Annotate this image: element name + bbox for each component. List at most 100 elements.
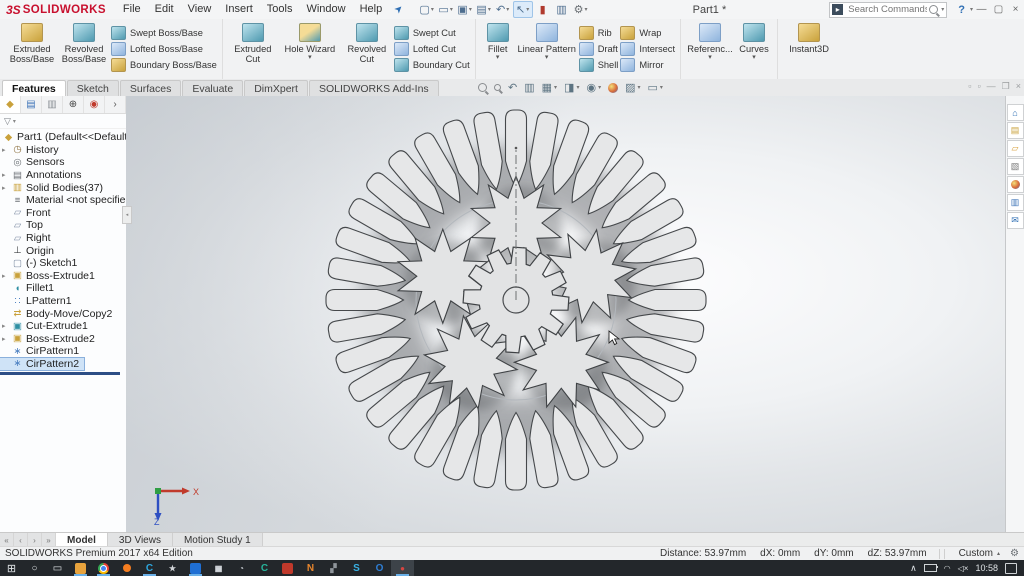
previous-view-icon[interactable] — [508, 81, 517, 94]
boundary-boss-base-button[interactable]: Boundary Boss/Base — [111, 58, 217, 72]
boundary-cut-button[interactable]: Boundary Cut — [394, 58, 470, 72]
taskbar-red-app[interactable] — [276, 560, 299, 576]
tree-item-solid-bodies[interactable]: ▸▥Solid Bodies(37) — [0, 181, 126, 194]
doc-restore-button[interactable]: ❐ — [1002, 81, 1010, 92]
help-button[interactable]: ? — [953, 4, 970, 16]
taskbar-calculator[interactable]: ▦ — [207, 560, 230, 576]
filter-dropdown-icon[interactable]: ▾ — [13, 118, 16, 125]
file-explorer-icon[interactable] — [1007, 140, 1024, 157]
flyout-caret-icon[interactable]: ▾ — [708, 55, 712, 61]
rebuild-button[interactable] — [534, 2, 552, 17]
search-scope-icon[interactable]: ▸ — [832, 4, 843, 15]
file-properties-button[interactable] — [553, 2, 571, 17]
section-view-icon[interactable] — [524, 81, 534, 94]
taskbar-clock-app[interactable]: ◔ — [230, 560, 253, 576]
tab-evaluate[interactable]: Evaluate — [182, 80, 243, 96]
swept-boss-base-button[interactable]: Swept Boss/Base — [111, 26, 217, 40]
pin-menu-icon[interactable]: ➤ — [393, 3, 407, 17]
undo-button[interactable]: ▾ — [494, 2, 512, 17]
tree-item-origin[interactable]: ⊥Origin — [0, 244, 126, 257]
menu-file[interactable]: File — [116, 0, 148, 19]
tab-solidworks-add-ins[interactable]: SOLIDWORKS Add-Ins — [309, 80, 439, 96]
expand-arrow-icon[interactable]: ▸ — [2, 184, 6, 192]
tree-item-top-plane[interactable]: ▱Top — [0, 219, 126, 232]
shell-button[interactable]: Shell — [579, 58, 619, 72]
start-button[interactable]: ⊞ — [0, 560, 23, 576]
menu-view[interactable]: View — [181, 0, 219, 19]
panel-overflow-icon[interactable] — [105, 96, 126, 113]
tree-item-boss-extrude2[interactable]: ▸▣Boss-Extrude2 — [0, 333, 126, 346]
dimxpertmanager-tab[interactable] — [63, 96, 84, 113]
tree-item-front-plane[interactable]: ▱Front — [0, 207, 126, 220]
units-caret-icon[interactable]: ▴ — [997, 550, 1000, 557]
menu-help[interactable]: Help — [353, 0, 390, 19]
action-center-icon[interactable] — [1005, 563, 1017, 574]
lofted-boss-base-button[interactable]: Lofted Boss/Base — [111, 42, 217, 56]
tree-item-material[interactable]: ≡Material <not specified> — [0, 194, 126, 207]
expand-arrow-icon[interactable]: ▸ — [2, 322, 6, 330]
hide-show-items-icon[interactable]: ▾ — [586, 81, 601, 94]
save-button[interactable]: ▾ — [456, 2, 474, 17]
new-document-button[interactable]: ▾ — [418, 2, 436, 17]
extruded-cut-button[interactable]: Extruded Cut — [228, 22, 278, 64]
tree-item-lpattern1[interactable]: ∷LPattern1 — [0, 295, 126, 308]
view-palette-icon[interactable] — [1007, 158, 1024, 175]
taskbar-blue-window-app[interactable] — [184, 560, 207, 576]
flyout-caret-icon[interactable]: ▾ — [752, 55, 756, 61]
search-commands-box[interactable]: ▸ ▾ — [829, 2, 947, 18]
battery-icon[interactable] — [924, 564, 937, 572]
restore-button[interactable]: ▢ — [990, 4, 1007, 15]
propertymanager-tab[interactable] — [21, 96, 42, 113]
doc-close-button[interactable]: × — [1016, 81, 1021, 92]
doc-new-window-icon[interactable]: ▫ — [968, 81, 971, 92]
menu-edit[interactable]: Edit — [148, 0, 181, 19]
options-button[interactable]: ▾ — [572, 2, 590, 17]
taskbar-star-app[interactable]: ★ — [161, 560, 184, 576]
volume-muted-icon[interactable]: ◁× — [958, 564, 969, 573]
custom-properties-icon[interactable] — [1007, 194, 1024, 211]
draft-button[interactable]: Draft — [579, 42, 619, 56]
tree-item-sketch1[interactable]: ▢(-) Sketch1 — [0, 257, 126, 270]
flyout-caret-icon[interactable]: ▾ — [545, 55, 549, 61]
wrap-button[interactable]: Wrap — [620, 26, 675, 40]
flyout-caret-icon[interactable]: ▾ — [308, 55, 312, 61]
task-view-button[interactable]: ▭ — [46, 560, 69, 576]
taskbar-skype[interactable]: S — [345, 560, 368, 576]
tab-scroll-last-icon[interactable]: » — [42, 533, 56, 547]
design-library-icon[interactable] — [1007, 122, 1024, 139]
revolved-boss-base-button[interactable]: Revolved Boss/Base — [59, 22, 109, 64]
wifi-icon[interactable]: ◠ — [944, 564, 951, 573]
tree-item-sensors[interactable]: ◎Sensors — [0, 156, 126, 169]
tab-dimxpert[interactable]: DimXpert — [244, 80, 308, 96]
tree-item-history[interactable]: ▸◷History — [0, 144, 126, 157]
filter-icon[interactable] — [4, 116, 11, 127]
expand-arrow-icon[interactable]: ▸ — [2, 146, 6, 154]
instant3d-button[interactable]: Instant3D — [783, 22, 835, 54]
tree-item-part1[interactable]: ◆Part1 (Default<<Default>_Phot — [0, 131, 126, 144]
menu-insert[interactable]: Insert — [218, 0, 260, 19]
taskbar-file-explorer[interactable] — [69, 560, 92, 576]
tray-chevron-icon[interactable]: ∧ — [910, 563, 917, 574]
rib-button[interactable]: Rib — [579, 26, 619, 40]
lofted-cut-button[interactable]: Lofted Cut — [394, 42, 470, 56]
taskbar-blue-c-app[interactable]: C — [138, 560, 161, 576]
select-tool-button[interactable]: ▾ — [513, 1, 533, 18]
solidworks-resources-icon[interactable] — [1007, 104, 1024, 121]
fillet-button[interactable]: Fillet ▾ — [481, 22, 515, 61]
taskbar-teal-c-app[interactable]: C — [253, 560, 276, 576]
expand-arrow-icon[interactable]: ▸ — [2, 272, 6, 280]
extruded-boss-base-button[interactable]: Extruded Boss/Base — [7, 22, 57, 64]
view-orientation-icon[interactable]: ▾ — [542, 81, 557, 94]
view-settings-icon[interactable]: ▾ — [648, 81, 663, 94]
apply-scene-icon[interactable]: ▾ — [625, 81, 640, 94]
tab-sketch[interactable]: Sketch — [67, 80, 119, 96]
tree-item-right-plane[interactable]: ▱Right — [0, 232, 126, 245]
reference-geometry-button[interactable]: Referenc... ▾ — [686, 22, 734, 61]
minimize-button[interactable]: — — [973, 4, 990, 15]
clock[interactable]: 10:58 — [975, 563, 998, 573]
forum-icon[interactable] — [1007, 212, 1024, 229]
appearances-scenes-icon[interactable] — [1007, 176, 1024, 193]
swept-cut-button[interactable]: Swept Cut — [394, 26, 470, 40]
taskbar-n-app[interactable]: N — [299, 560, 322, 576]
search-input[interactable] — [846, 3, 929, 16]
